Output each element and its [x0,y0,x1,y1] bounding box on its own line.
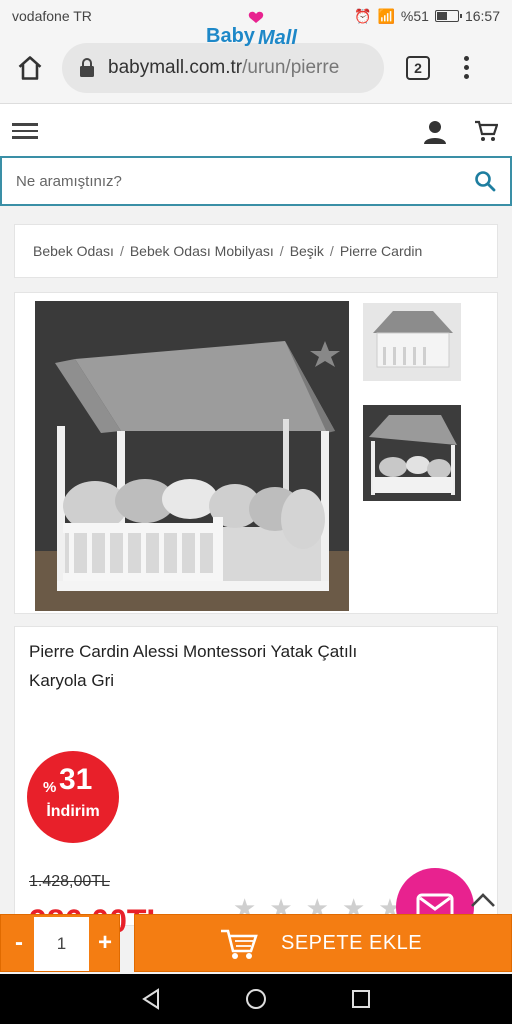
discount-badge: % 31 İndirim [27,751,119,843]
product-main-image[interactable] [35,301,349,611]
recents-icon[interactable] [351,989,371,1009]
old-price: 1.428,00TL [29,873,110,890]
discount-value: 31 [59,763,93,796]
tab-switcher-button[interactable]: 2 [406,55,430,80]
lock-icon [80,57,94,77]
add-to-cart-label: SEPETE EKLE [281,931,423,954]
url-path: /urun/pierre [242,56,340,78]
svg-text:Baby: Baby [206,25,256,47]
breadcrumb-item[interactable]: Bebek Odası Mobilyası [130,243,274,259]
quantity-input[interactable]: 1 [34,917,89,971]
home-icon [18,55,42,80]
search-input[interactable] [16,172,474,190]
battery-icon [434,10,462,22]
discount-label: İndirim [46,803,100,820]
clock: 16:57 [464,8,500,24]
discount-symbol: % [43,779,57,796]
more-menu-button[interactable] [456,56,476,79]
home-button[interactable] [10,48,50,88]
carrier-label: vodafone TR [12,8,92,24]
alarm-icon: ⏰ [354,7,372,24]
product-thumbnail[interactable] [363,303,461,381]
system-nav-bar [0,974,512,1024]
increase-quantity-button[interactable]: + [93,929,117,957]
url-domain: babymall.com.tr [108,56,243,78]
signal-icon: 📶 [377,7,395,24]
address-bar[interactable]: babymall.com.tr/urun/pierre [62,42,384,93]
breadcrumb-item[interactable]: Beşik [290,243,324,259]
product-gallery [14,292,498,614]
decrease-quantity-button[interactable]: - [7,929,31,957]
purchase-bar: - 1 + SEPETE EKLE [0,914,512,974]
cart-icon[interactable] [474,120,498,142]
back-icon[interactable] [141,988,161,1010]
search-bar [0,156,512,206]
quantity-stepper: - 1 + [0,914,120,972]
menu-icon[interactable] [12,123,38,139]
breadcrumb-item-current: Pierre Cardin [339,243,423,259]
search-icon[interactable] [474,170,496,192]
breadcrumb: Bebek Odası / Bebek Odası Mobilyası / Beşi… [14,224,498,278]
add-to-cart-button[interactable]: SEPETE EKLE [134,914,512,972]
account-icon[interactable] [424,120,446,144]
product-title: Pierre Cardin Alessi Montessori Yatak Ça… [29,642,358,690]
scroll-top-icon[interactable] [466,884,500,918]
home-circle-icon[interactable] [245,988,267,1010]
battery-percent: %51 [400,8,429,24]
svg-text:Mall: Mall [258,27,297,48]
cart-icon [221,929,258,959]
product-thumbnail[interactable] [363,405,461,501]
breadcrumb-item[interactable]: Bebek Odası [33,243,114,259]
babymall-logo[interactable]: Baby Mall [204,8,314,48]
